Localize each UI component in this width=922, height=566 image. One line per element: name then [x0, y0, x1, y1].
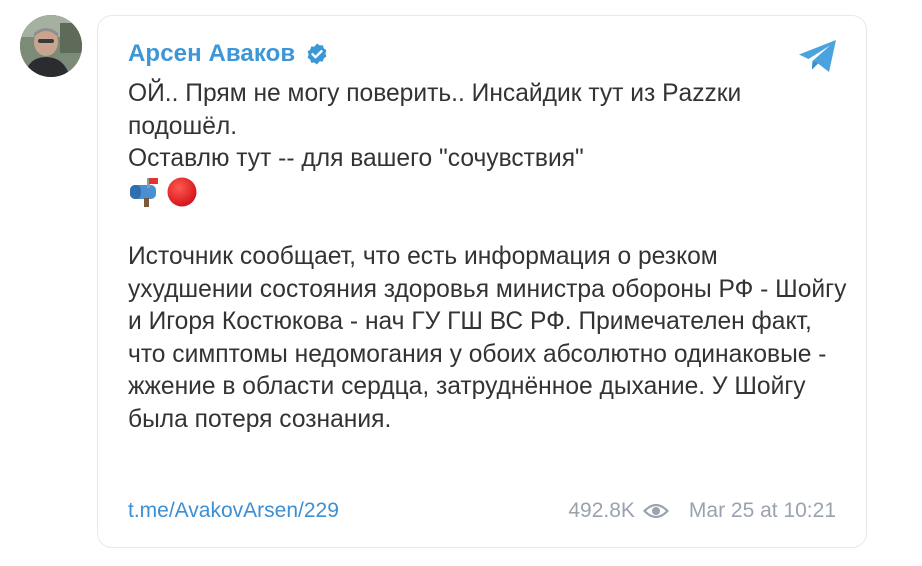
telegram-post-card: Арсен Аваков ОЙ.. Прям не могу поверить.…	[97, 15, 867, 548]
eye-icon	[642, 503, 669, 519]
post-text: ОЙ.. Прям не могу поверить.. Инсайдик ту…	[128, 78, 848, 437]
red-circle-icon	[167, 177, 197, 207]
author-name[interactable]: Арсен Аваков	[128, 40, 295, 68]
post-footer: t.me/AvakovArsen/229 492.8K Mar 25 at 10…	[128, 496, 836, 526]
post-timestamp: Mar 25 at 10:21	[688, 499, 836, 522]
post-meta: 492.8K Mar 25 at 10:21	[568, 499, 836, 523]
verified-badge-icon	[307, 43, 327, 65]
post-intro: ОЙ.. Прям не могу поверить.. Инсайдик ту…	[128, 80, 742, 140]
post-body: Источник сообщает, что есть информация о…	[128, 242, 847, 433]
post-link[interactable]: t.me/AvakovArsen/229	[128, 499, 339, 523]
author-row: Арсен Аваков	[128, 36, 329, 72]
post-line-2: Оставлю тут -- для вашего "сочувствия"	[128, 145, 584, 173]
avatar[interactable]	[20, 15, 82, 77]
telegram-logo-icon[interactable]	[796, 34, 840, 78]
view-count: 492.8K	[568, 499, 635, 522]
emoji-row	[128, 176, 848, 209]
mailbox-icon	[130, 178, 158, 208]
avatar-image	[20, 15, 82, 77]
